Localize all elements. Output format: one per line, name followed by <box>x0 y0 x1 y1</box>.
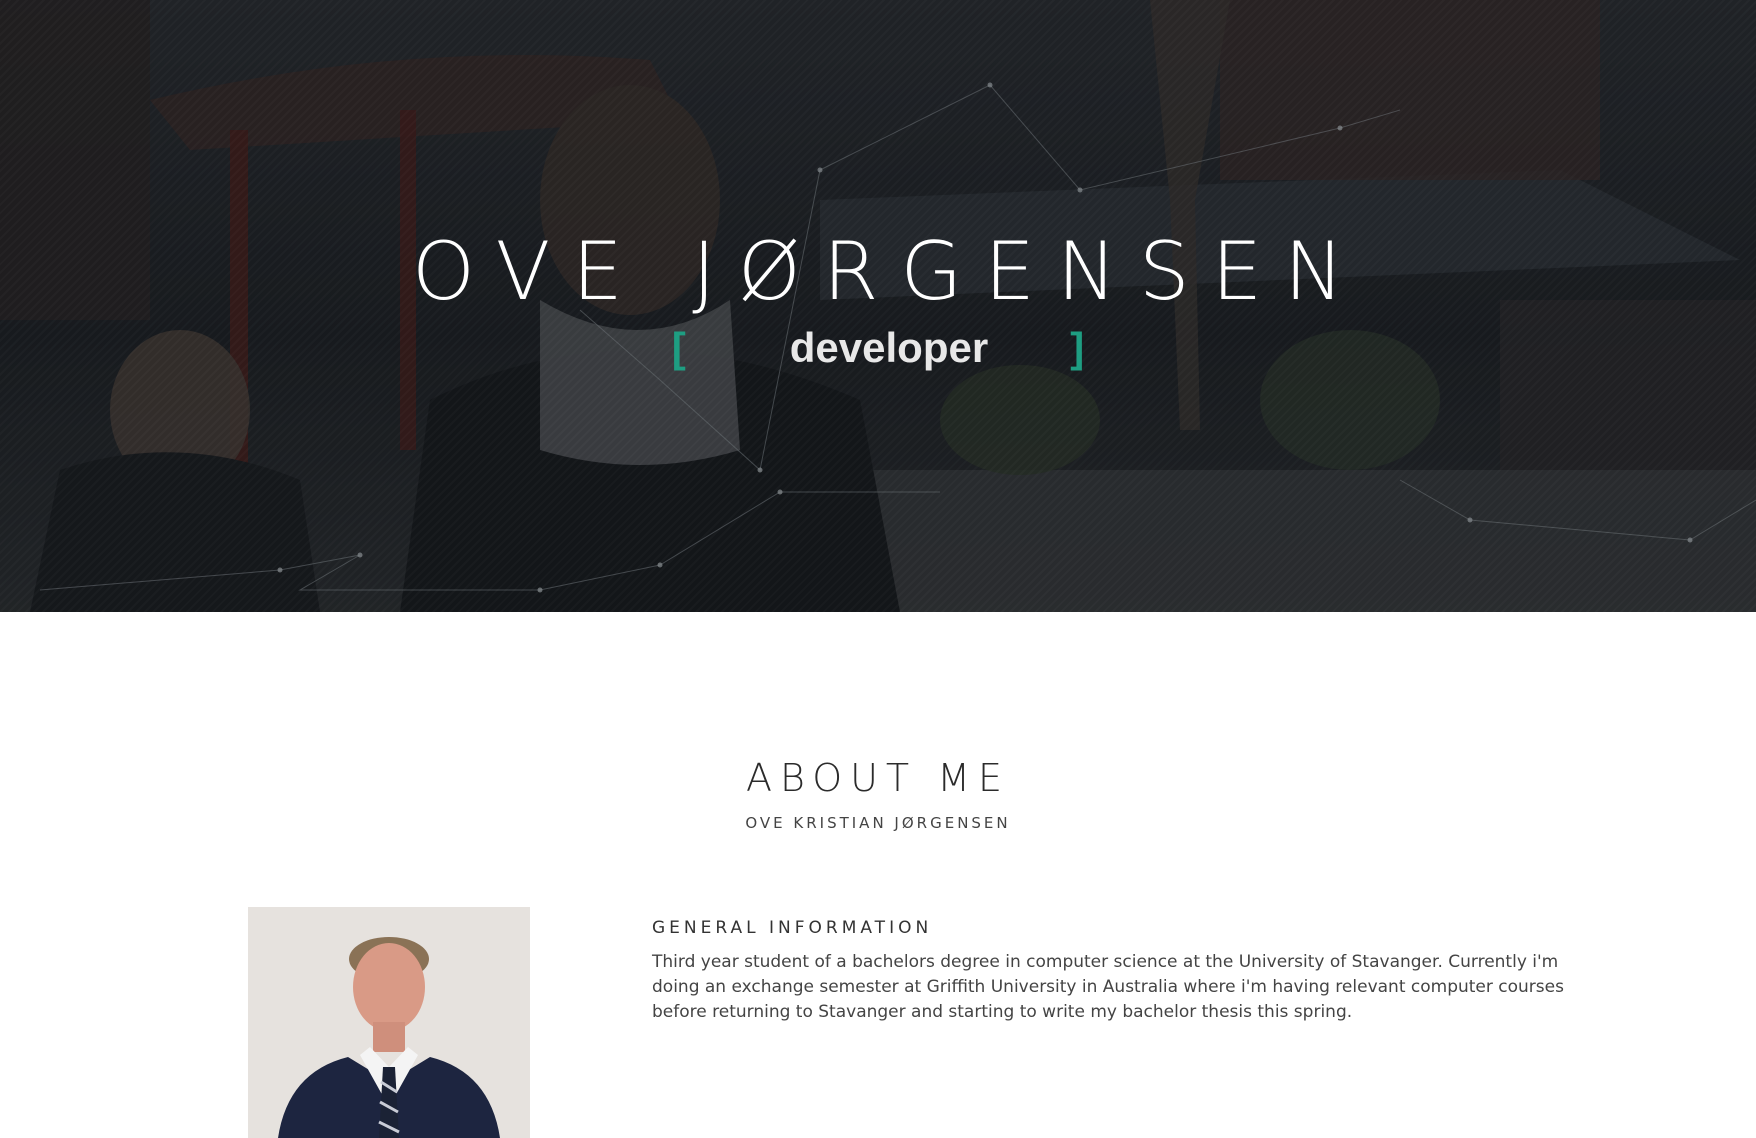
about-subheading: OVE KRISTIAN JØRGENSEN <box>745 814 1011 832</box>
bracket-open: [ <box>671 324 686 371</box>
general-information-title: GENERAL INFORMATION <box>652 918 933 938</box>
bracket-close: ] <box>1070 324 1085 371</box>
general-information-text: Third year student of a bachelors degree… <box>652 952 1564 1022</box>
hero-banner: OVE JØRGENSEN [ developer] <box>0 0 1756 612</box>
profile-photo-image <box>248 907 530 1138</box>
hero-role-text: developer <box>789 324 989 371</box>
profile-photo <box>248 907 530 1138</box>
hero-name: OVE JØRGENSEN <box>412 225 1366 318</box>
hero-role-line: [ developer] <box>0 318 1756 378</box>
about-heading: ABOUT ME <box>745 756 1011 800</box>
